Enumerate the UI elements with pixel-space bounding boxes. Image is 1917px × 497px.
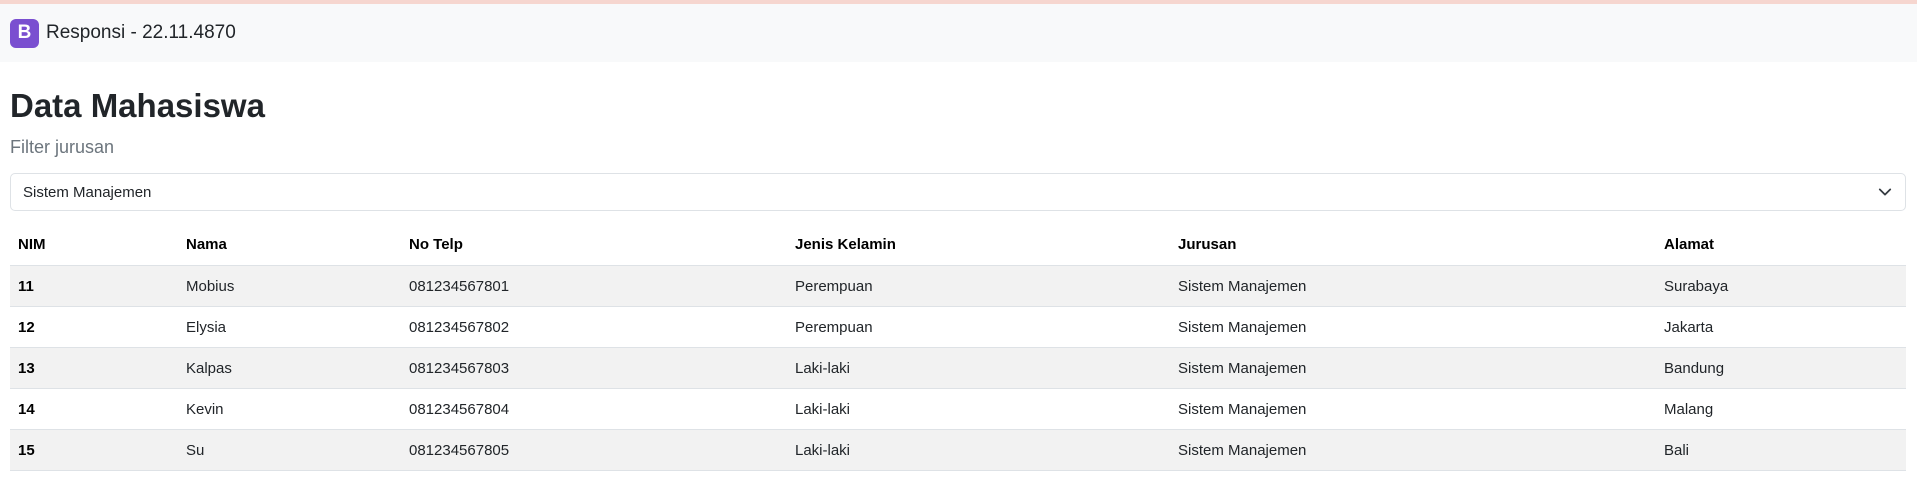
- cell-alamat: Malang: [1656, 388, 1906, 431]
- jurusan-filter-select[interactable]: Sistem Manajemen: [10, 173, 1906, 212]
- cell-nama: Kevin: [178, 388, 401, 431]
- table-row: 13 Kalpas 081234567803 Laki-laki Sistem …: [10, 347, 1906, 390]
- cell-jurusan: Sistem Manajemen: [1170, 388, 1656, 431]
- cell-alamat: Jakarta: [1656, 306, 1906, 349]
- cell-no-telp: 081234567801: [401, 265, 787, 308]
- cell-nim: 12: [10, 306, 178, 349]
- cell-no-telp: 081234567802: [401, 306, 787, 349]
- column-header-nama: Nama: [178, 224, 401, 267]
- cell-nama: Mobius: [178, 265, 401, 308]
- table-row: 11 Mobius 081234567801 Perempuan Sistem …: [10, 265, 1906, 308]
- cell-alamat: Surabaya: [1656, 265, 1906, 308]
- cell-nim: 14: [10, 388, 178, 431]
- cell-no-telp: 081234567803: [401, 347, 787, 390]
- cell-nim: 13: [10, 347, 178, 390]
- column-header-nim: NIM: [10, 224, 178, 267]
- cell-jenis-kelamin: Laki-laki: [787, 429, 1170, 472]
- bootstrap-logo-icon[interactable]: B: [10, 18, 39, 48]
- cell-no-telp: 081234567804: [401, 388, 787, 431]
- page-title: Data Mahasiswa: [10, 87, 265, 124]
- filter-label: Filter jurusan: [10, 137, 115, 158]
- cell-alamat: Bandung: [1656, 347, 1906, 390]
- column-header-jurusan: Jurusan: [1170, 224, 1656, 267]
- mahasiswa-table: NIM Nama No Telp Jenis Kelamin Jurusan A…: [10, 224, 1906, 472]
- cell-nama: Elysia: [178, 306, 401, 349]
- cell-no-telp: 081234567805: [401, 429, 787, 472]
- cell-alamat: Bali: [1656, 429, 1906, 472]
- cell-jenis-kelamin: Laki-laki: [787, 388, 1170, 431]
- cell-jurusan: Sistem Manajemen: [1170, 429, 1656, 472]
- navbar: B Responsi - 22.11.4870: [0, 4, 1917, 62]
- cell-jurusan: Sistem Manajemen: [1170, 347, 1656, 390]
- cell-nama: Kalpas: [178, 347, 401, 390]
- cell-jurusan: Sistem Manajemen: [1170, 306, 1656, 349]
- table-row: 12 Elysia 081234567802 Perempuan Sistem …: [10, 306, 1906, 349]
- column-header-no-telp: No Telp: [401, 224, 787, 267]
- cell-jenis-kelamin: Perempuan: [787, 265, 1170, 308]
- cell-nama: Su: [178, 429, 401, 472]
- column-header-alamat: Alamat: [1656, 224, 1906, 267]
- jurusan-filter-selected-value: Sistem Manajemen: [23, 183, 152, 201]
- navbar-brand-title[interactable]: Responsi - 22.11.4870: [46, 22, 236, 44]
- cell-jenis-kelamin: Laki-laki: [787, 347, 1170, 390]
- column-header-jenis-kelamin: Jenis Kelamin: [787, 224, 1170, 267]
- cell-nim: 15: [10, 429, 178, 472]
- chevron-down-icon: [1877, 184, 1893, 200]
- cell-jenis-kelamin: Perempuan: [787, 306, 1170, 349]
- cell-nim: 11: [10, 265, 178, 308]
- cell-jurusan: Sistem Manajemen: [1170, 265, 1656, 308]
- table-header-row: NIM Nama No Telp Jenis Kelamin Jurusan A…: [10, 224, 1906, 267]
- table-row: 14 Kevin 081234567804 Laki-laki Sistem M…: [10, 388, 1906, 431]
- table-row: 15 Su 081234567805 Laki-laki Sistem Mana…: [10, 429, 1906, 472]
- main-container: Data Mahasiswa Filter jurusan Sistem Man…: [0, 87, 1917, 472]
